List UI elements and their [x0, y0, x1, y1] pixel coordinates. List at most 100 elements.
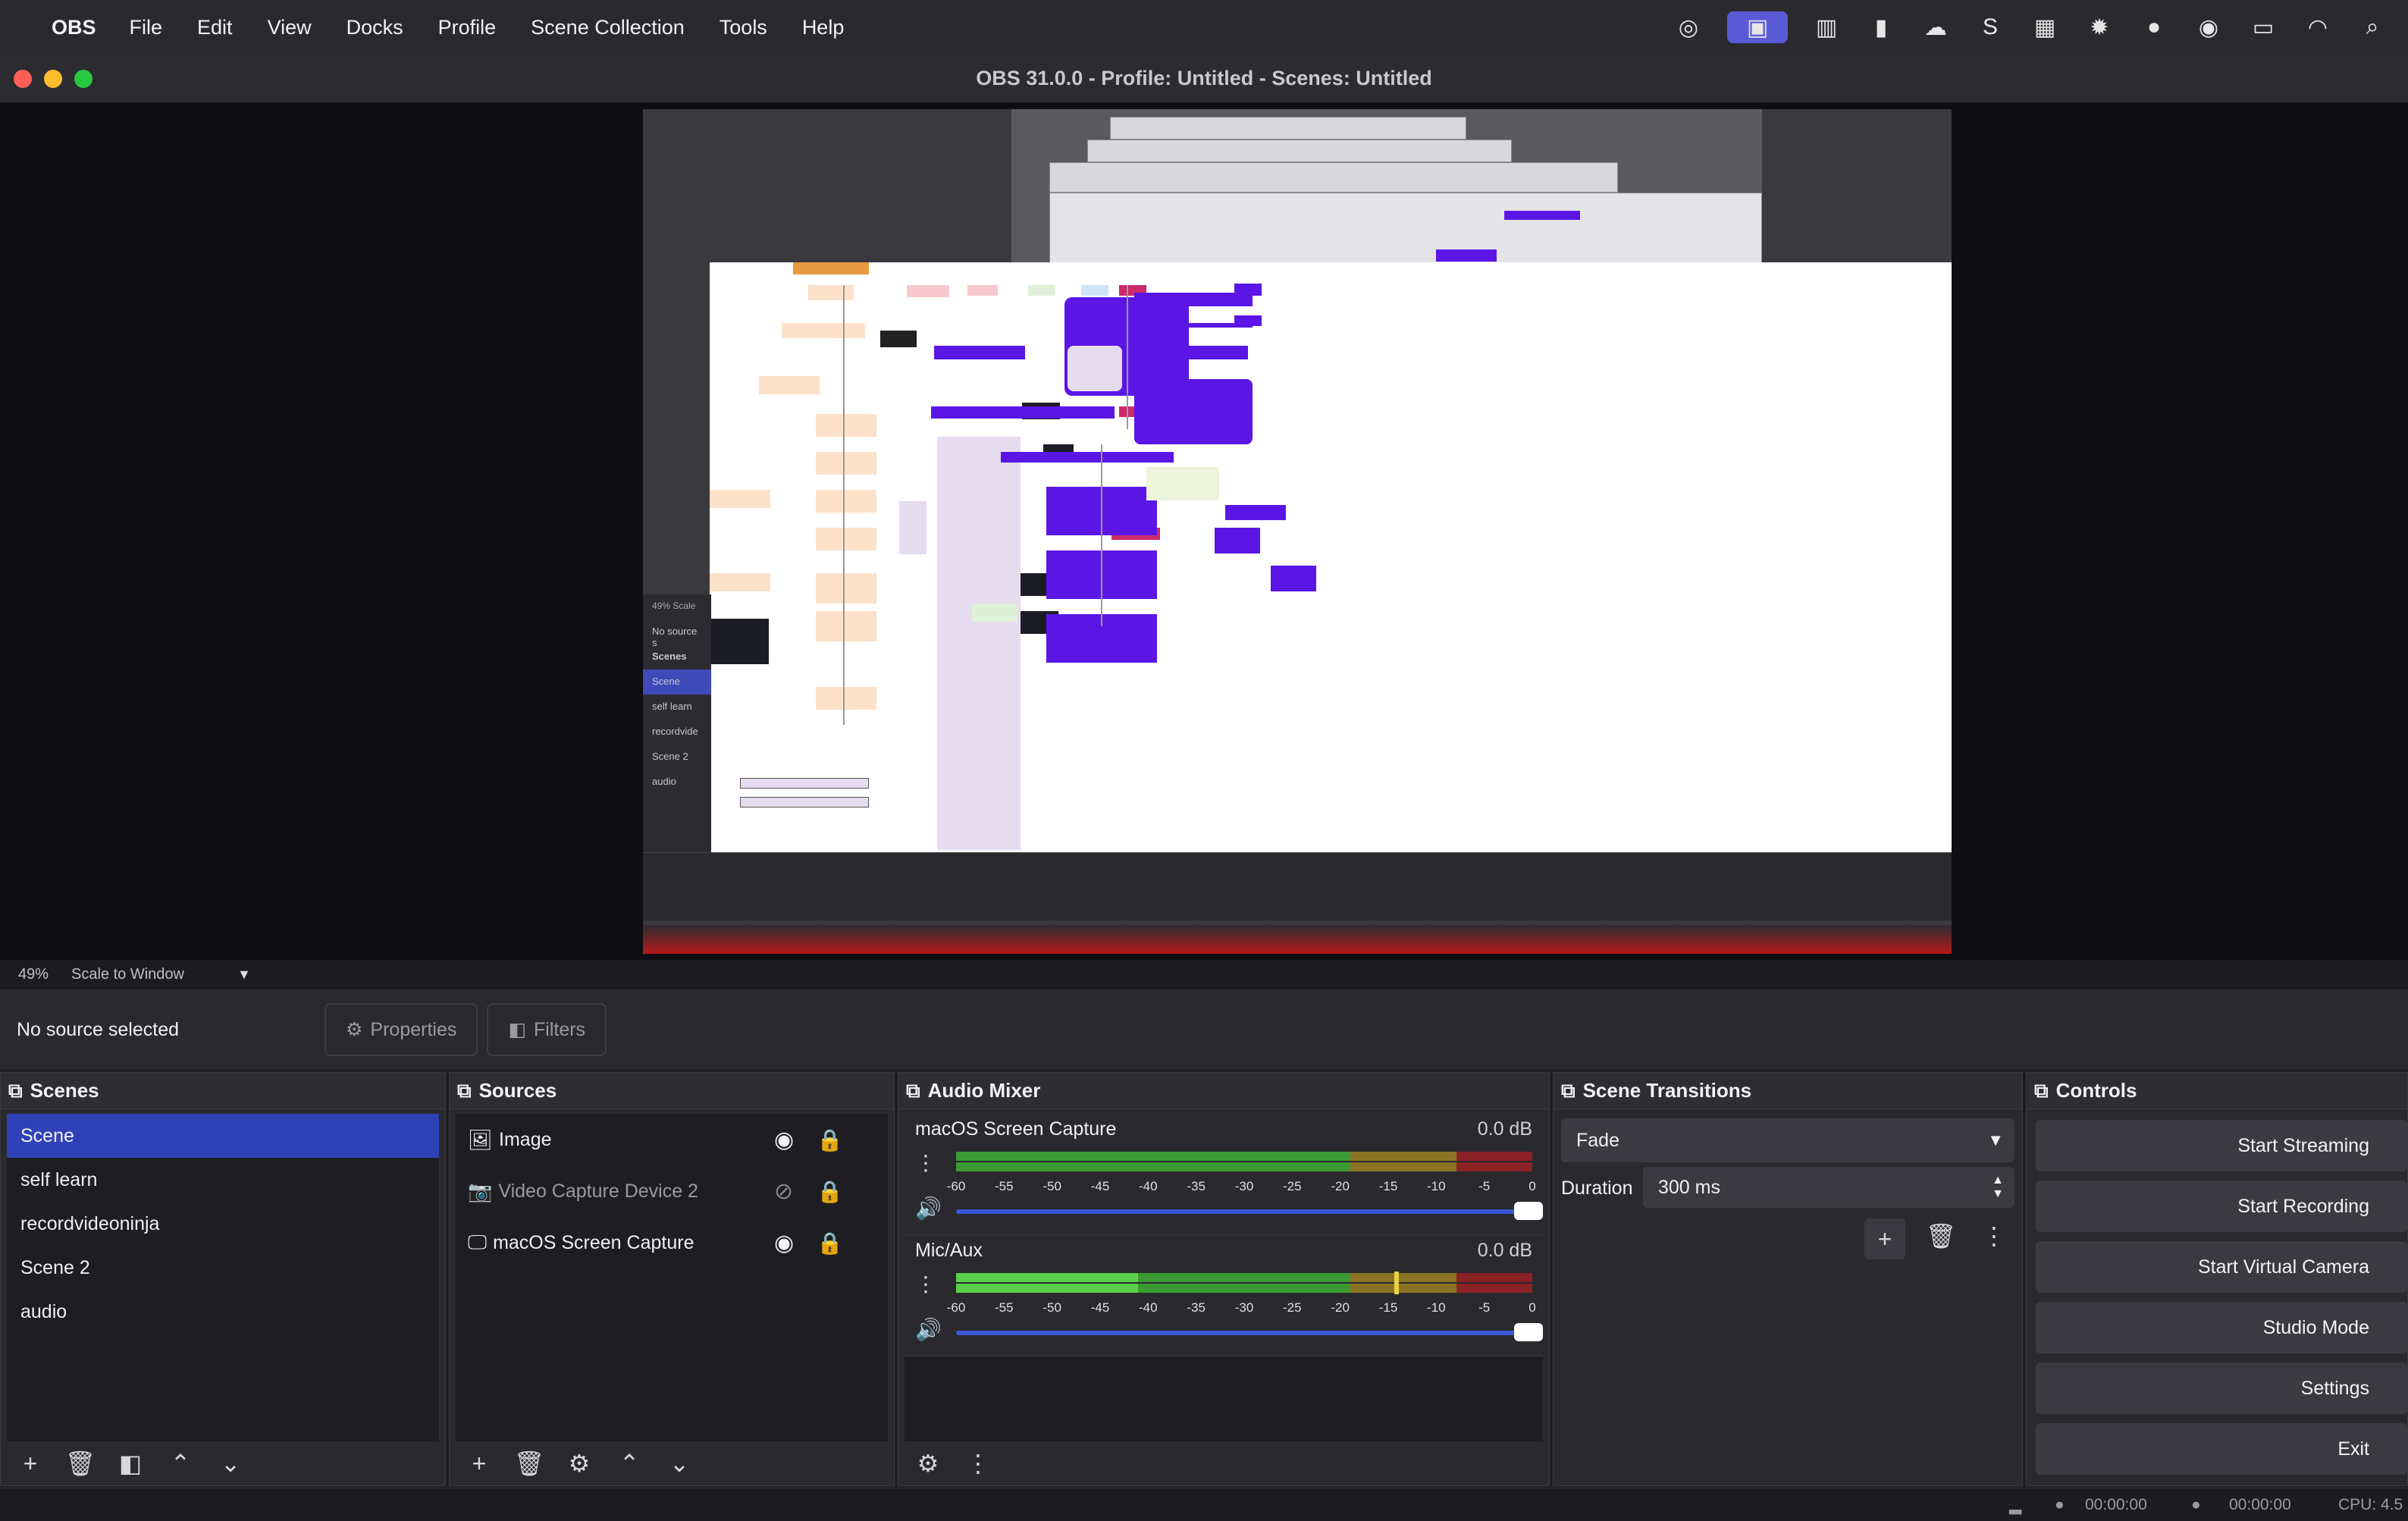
source-item[interactable]: 📷 Video Capture Device 2 ⊘ 🔒	[456, 1165, 888, 1217]
scene-filters-button[interactable]: ◧	[113, 1446, 148, 1481]
add-scene-button[interactable]: +	[13, 1446, 48, 1481]
start-streaming-button[interactable]: Start Streaming	[2036, 1120, 2407, 1171]
add-transition-button[interactable]: +	[1864, 1218, 1905, 1259]
nested-scene-item: self learn	[652, 701, 692, 712]
duration-input[interactable]: 300 ms ▲ ▼	[1643, 1167, 2015, 1208]
account-icon[interactable]: ◉	[2193, 11, 2225, 43]
preview-canvas[interactable]: 49% Scale No source s Scenes Scene self …	[643, 109, 1952, 954]
menu-help[interactable]: Help	[802, 16, 845, 39]
menu-view[interactable]: View	[268, 16, 312, 39]
scene-item[interactable]: audio	[7, 1290, 439, 1334]
meter-tick: -15	[1378, 1179, 1398, 1193]
nested-zoom-scale: Scale	[673, 601, 696, 611]
menu-docks[interactable]: Docks	[346, 16, 403, 39]
screen-share-icon[interactable]: ▣	[1727, 11, 1788, 43]
gear-tray-icon[interactable]: ✹	[2083, 11, 2115, 43]
menu-profile[interactable]: Profile	[438, 16, 497, 39]
source-label: macOS Screen Capture	[493, 1231, 694, 1253]
user-icon[interactable]: ●	[2138, 11, 2170, 43]
cloud-icon[interactable]: ☁	[1920, 11, 1952, 43]
menu-scene-collection[interactable]: Scene Collection	[531, 16, 685, 39]
stepper-icon[interactable]: ▲ ▼	[1992, 1174, 2004, 1201]
lock-icon[interactable]: 🔒	[817, 1179, 843, 1204]
dock-undock-icon[interactable]: ⧉	[1561, 1079, 1576, 1103]
advanced-audio-button[interactable]: ⚙	[911, 1446, 945, 1481]
minimize-window-button[interactable]	[44, 70, 62, 88]
dock-undock-icon[interactable]: ⧉	[906, 1079, 920, 1103]
scene-item[interactable]: Scene 2	[7, 1246, 439, 1290]
remove-source-button[interactable]: 🗑	[512, 1446, 547, 1481]
speaker-icon[interactable]: 🔊	[915, 1317, 942, 1342]
menu-edit[interactable]: Edit	[197, 16, 233, 39]
menu-app-name[interactable]: OBS	[52, 16, 96, 39]
volume-slider[interactable]	[956, 1331, 1532, 1335]
search-icon[interactable]: ⌕	[2356, 11, 2388, 43]
scale-mode-label[interactable]: Scale to Window	[71, 966, 184, 983]
filters-button[interactable]: ◧ Filters	[487, 1003, 607, 1056]
volume-slider[interactable]	[956, 1209, 1532, 1214]
stats-icon[interactable]: ▮	[1865, 11, 1897, 43]
transitions-title: Scene Transitions	[1582, 1079, 1752, 1102]
preview-area[interactable]: 49% Scale No source s Scenes Scene self …	[0, 103, 2408, 960]
add-source-button[interactable]: +	[462, 1446, 497, 1481]
dock-undock-icon[interactable]: ⧉	[8, 1079, 23, 1103]
nested-zoom-percent: 49%	[652, 601, 671, 611]
wifi-icon[interactable]: ◠	[2302, 11, 2334, 43]
nested-flowchart-image	[710, 262, 1952, 852]
calendar-icon[interactable]: ▦	[2029, 11, 2061, 43]
nested-scene-item: recordvide	[652, 726, 698, 737]
menu-file[interactable]: File	[130, 16, 163, 39]
exit-button[interactable]: Exit	[2036, 1423, 2407, 1475]
properties-button[interactable]: ⚙ Properties	[325, 1003, 478, 1056]
remove-scene-button[interactable]: 🗑	[63, 1446, 98, 1481]
move-source-down-button[interactable]: ⌄	[662, 1446, 697, 1481]
dock-undock-icon[interactable]: ⧉	[2034, 1079, 2049, 1103]
menu-tools[interactable]: Tools	[720, 16, 767, 39]
studio-mode-button[interactable]: Studio Mode	[2036, 1302, 2407, 1353]
speaker-icon[interactable]: 🔊	[915, 1196, 942, 1221]
source-item[interactable]: 🖵 macOS Screen Capture ◉ 🔒	[456, 1217, 888, 1269]
lock-icon[interactable]: 🔒	[817, 1231, 843, 1256]
obs-tray-icon[interactable]: ◎	[1673, 11, 1704, 43]
transition-select[interactable]: Fade ▼	[1561, 1118, 2015, 1162]
filters-label: Filters	[534, 1018, 586, 1040]
source-item[interactable]: 🖼 Image ◉ 🔒	[456, 1114, 888, 1165]
lock-icon[interactable]: 🔒	[817, 1127, 843, 1153]
start-virtual-camera-button[interactable]: Start Virtual Camera	[2036, 1241, 2407, 1293]
volume-slider-knob[interactable]	[1514, 1323, 1543, 1341]
volume-slider-knob[interactable]	[1514, 1202, 1543, 1220]
scene-item[interactable]: recordvideoninja	[7, 1202, 439, 1246]
zoom-level: 49%	[18, 966, 49, 983]
zoom-window-button[interactable]	[74, 70, 92, 88]
audio-mixer-dock: ⧉ Audio Mixer macOS Screen Capture 0.0 d…	[898, 1072, 1550, 1486]
transition-menu-button[interactable]: ⋮	[1977, 1218, 2011, 1253]
move-scene-up-button[interactable]: ⌃	[163, 1446, 198, 1481]
record-indicator-icon: ●	[2191, 1496, 2201, 1513]
channel-menu-icon[interactable]: ⋮	[915, 1272, 936, 1297]
close-window-button[interactable]	[14, 70, 32, 88]
activity-monitor-icon[interactable]: ▥	[1811, 11, 1842, 43]
remove-transition-button[interactable]: 🗑	[1924, 1218, 1958, 1253]
chevron-down-icon[interactable]: ▼	[237, 967, 251, 983]
dock-undock-icon[interactable]: ⧉	[457, 1079, 472, 1103]
meter-tick: -5	[1478, 1300, 1491, 1315]
battery-icon[interactable]: ▭	[2247, 11, 2279, 43]
nested-dock-footer	[643, 852, 1952, 920]
scene-item[interactable]: Scene	[7, 1114, 439, 1158]
scene-item[interactable]: self learn	[7, 1158, 439, 1202]
source-properties-button[interactable]: ⚙	[562, 1446, 597, 1481]
move-scene-down-button[interactable]: ⌄	[213, 1446, 248, 1481]
s-app-icon[interactable]: S	[1974, 11, 2006, 43]
mixer-menu-button[interactable]: ⋮	[961, 1446, 995, 1481]
settings-button[interactable]: Settings	[2036, 1363, 2407, 1414]
channel-menu-icon[interactable]: ⋮	[915, 1150, 936, 1175]
nested-scene-item: audio	[652, 776, 676, 787]
eye-icon[interactable]: ◉	[774, 1127, 794, 1153]
move-source-up-button[interactable]: ⌃	[612, 1446, 647, 1481]
no-source-label: No source selected	[17, 1018, 180, 1040]
start-recording-button[interactable]: Start Recording	[2036, 1181, 2407, 1232]
monitor-icon: 🖵	[468, 1231, 488, 1253]
eye-icon[interactable]: ◉	[774, 1230, 794, 1256]
source-label: Video Capture Device 2	[498, 1180, 698, 1202]
eye-slash-icon[interactable]: ⊘	[774, 1178, 793, 1205]
